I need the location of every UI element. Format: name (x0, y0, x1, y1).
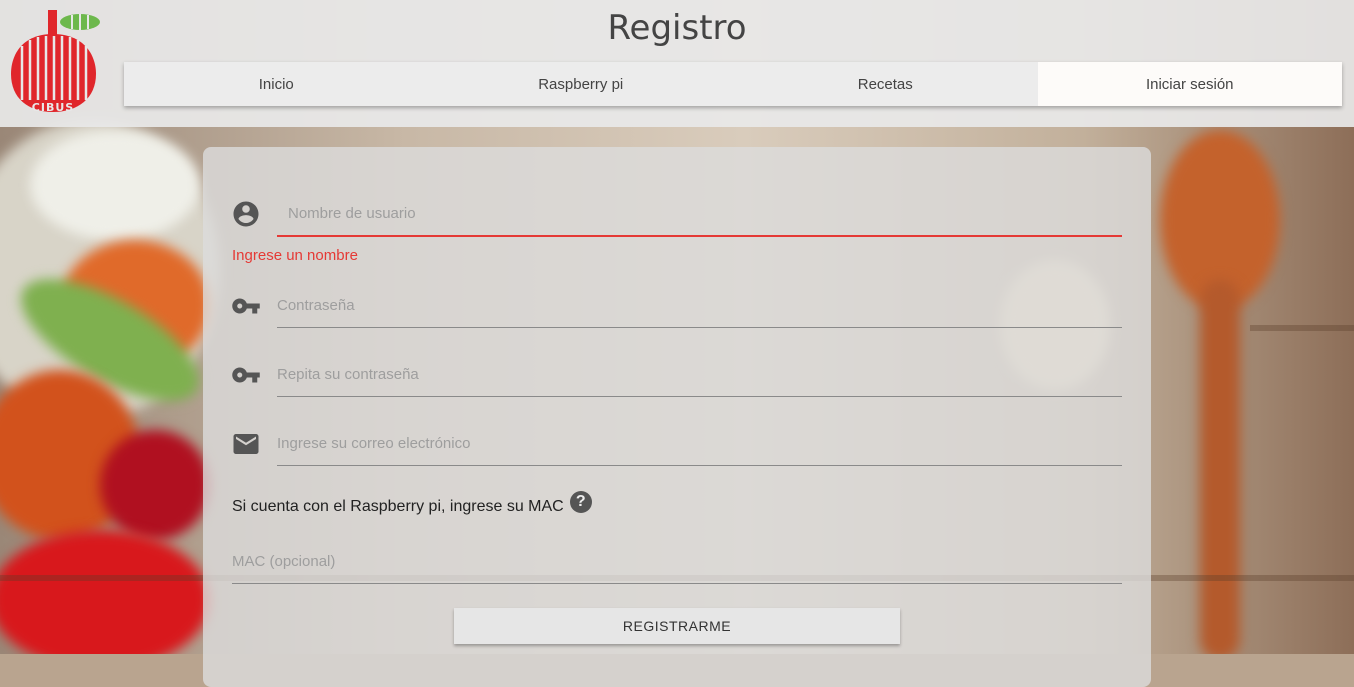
page-title: Registro (607, 8, 747, 48)
help-icon[interactable]: ? (569, 491, 592, 513)
key-icon (232, 298, 260, 314)
mac-input[interactable] (232, 539, 1122, 584)
nav-item-recetas[interactable]: Recetas (733, 62, 1038, 106)
email-input[interactable] (277, 421, 1122, 466)
register-button[interactable]: REGISTRARME (454, 608, 900, 644)
nav-item-inicio[interactable]: Inicio (124, 62, 429, 106)
key-icon (232, 367, 260, 383)
password-input[interactable] (277, 283, 1122, 328)
nav-item-iniciar-sesion[interactable]: Iniciar sesión (1037, 62, 1342, 106)
main-nav: Inicio Raspberry pi Recetas Iniciar sesi… (124, 62, 1342, 106)
username-input[interactable] (277, 191, 1122, 237)
logo-text: CIBUS (32, 101, 74, 114)
email-field (231, 421, 1122, 467)
header: CIBUS Registro Inicio Raspberry pi Recet… (0, 0, 1354, 127)
mail-icon (233, 434, 259, 454)
account-circle-icon (233, 201, 259, 227)
mac-label-row: Si cuenta con el Raspberry pi, ingrese s… (232, 491, 592, 516)
password-field (231, 283, 1122, 329)
mac-label: Si cuenta con el Raspberry pi, ingrese s… (232, 498, 564, 515)
username-error: Ingrese un nombre (232, 247, 358, 264)
password-repeat-field (231, 352, 1122, 398)
registration-card: Ingrese un nombre Si cuenta con el Raspb… (203, 147, 1151, 687)
nav-item-raspberry-pi[interactable]: Raspberry pi (429, 62, 734, 106)
username-field (231, 191, 1122, 237)
password-repeat-input[interactable] (277, 352, 1122, 397)
